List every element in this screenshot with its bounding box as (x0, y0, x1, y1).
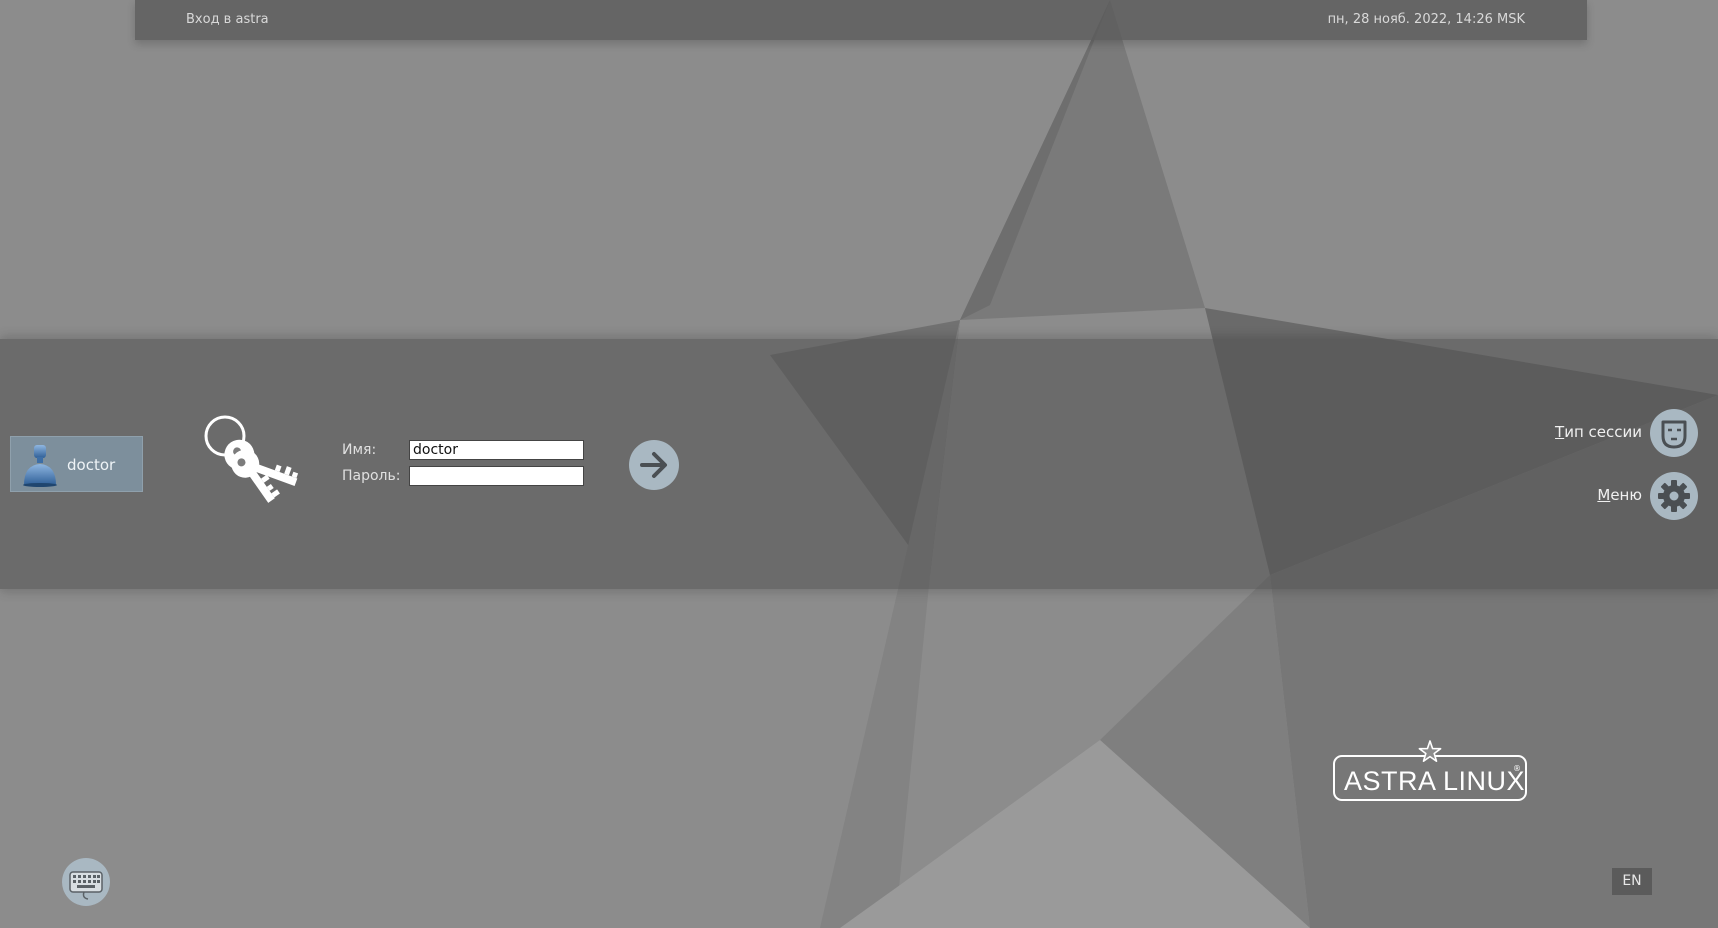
gear-icon (1658, 480, 1690, 512)
password-label: Пароль: (342, 468, 401, 484)
username-input[interactable] (409, 440, 584, 460)
keyboard-icon (69, 871, 103, 900)
user-list-item[interactable]: doctor (10, 436, 143, 492)
user-name: doctor (67, 456, 116, 474)
astra-linux-logo: ASTRA LINUX ® (1330, 740, 1534, 806)
password-input[interactable] (409, 466, 584, 486)
window-title: Вход в astra (186, 12, 269, 27)
login-submit-button[interactable] (629, 440, 679, 490)
menu-button[interactable]: Меню (1568, 472, 1698, 520)
arrow-right-icon (640, 452, 667, 478)
keys-icon (204, 415, 299, 503)
clock: пн, 28 нояб. 2022, 14:26 MSK (1327, 12, 1525, 27)
star-icon (1418, 740, 1442, 763)
top-bar: Вход в astra пн, 28 нояб. 2022, 14:26 MS… (135, 0, 1587, 40)
language-indicator[interactable]: EN (1612, 868, 1652, 895)
session-type-button[interactable]: Тип сессии (1518, 409, 1698, 457)
session-type-label: Тип сессии (1555, 423, 1642, 441)
onscreen-keyboard-button[interactable] (62, 858, 110, 906)
user-avatar-icon (23, 445, 57, 487)
mask-icon (1661, 420, 1687, 449)
username-label: Имя: (342, 442, 377, 458)
menu-label: Меню (1597, 486, 1642, 504)
